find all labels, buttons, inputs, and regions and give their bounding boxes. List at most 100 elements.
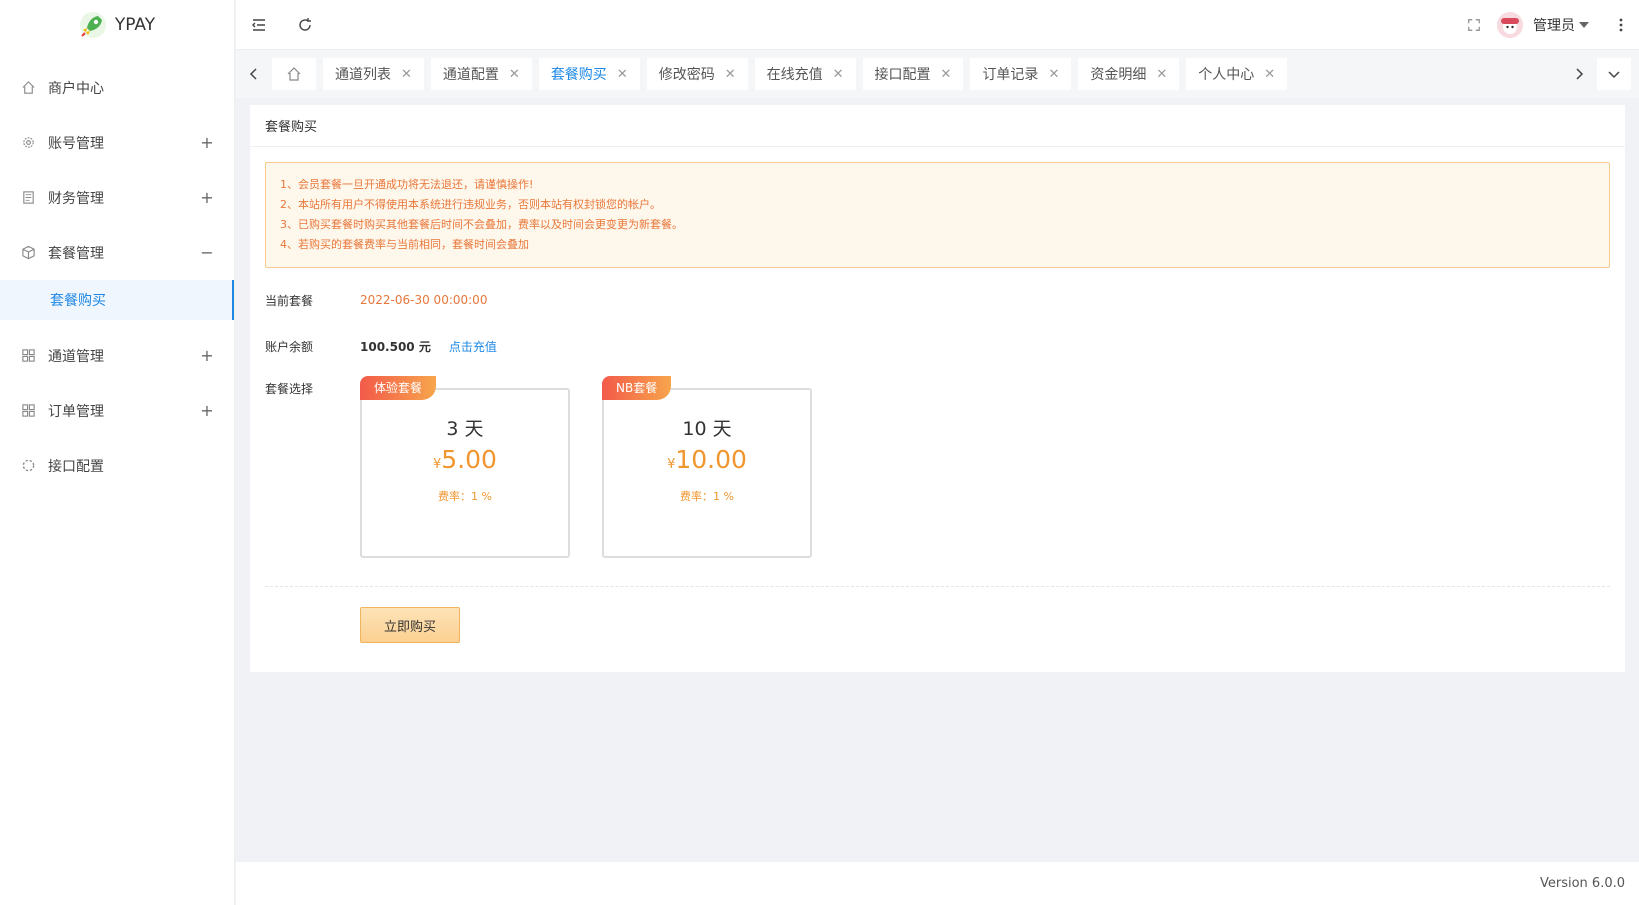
fullscreen-button[interactable] xyxy=(1451,0,1497,50)
notice-line: 2、本站所有用户不得使用本系统进行违规业务，否则本站有权封锁您的帐户。 xyxy=(280,198,661,211)
close-icon[interactable]: ✕ xyxy=(509,67,520,82)
package-rate: 费率：1 % xyxy=(680,490,734,503)
package-price: ¥5.00 xyxy=(362,445,568,474)
sidebar-item-channel[interactable]: 通道管理 + xyxy=(0,328,234,383)
collapse-icon: − xyxy=(200,243,214,262)
tab-order-records[interactable]: 订单记录 ✕ xyxy=(970,58,1072,90)
tab-personal-center[interactable]: 个人中心 ✕ xyxy=(1186,58,1288,90)
expand-icon: + xyxy=(200,188,214,207)
package-card[interactable]: NB套餐 10 天 ¥10.00 费率：1 % xyxy=(602,376,812,558)
refresh-button[interactable] xyxy=(282,0,328,50)
tab-home[interactable] xyxy=(272,58,316,90)
avatar xyxy=(1497,11,1523,38)
balance-label: 账户余额 xyxy=(265,339,314,354)
sidebar-item-package[interactable]: 套餐管理 − xyxy=(0,225,234,280)
current-package-label: 当前套餐 xyxy=(265,293,314,308)
sidebar-item-finance[interactable]: 财务管理 + xyxy=(0,170,234,225)
tab-fund-details[interactable]: 资金明细 ✕ xyxy=(1078,58,1180,90)
package-card[interactable]: 体验套餐 3 天 ¥5.00 费率：1 % xyxy=(360,376,570,558)
notice-line: 1、会员套餐一旦开通成功将无法退还，请谨慎操作! xyxy=(280,178,534,191)
sidebar-item-account[interactable]: 账号管理 + xyxy=(0,115,234,170)
close-icon[interactable]: ✕ xyxy=(1156,67,1167,82)
package-days: 3 天 xyxy=(446,418,484,440)
close-icon[interactable]: ✕ xyxy=(1048,67,1059,82)
sidebar-menu: 商户中心 账号管理 + 财务管理 + 套餐管理 − 套餐购买 通道管理 + 订单… xyxy=(0,60,234,493)
divider xyxy=(265,586,1610,587)
expand-icon: + xyxy=(200,401,214,420)
app-name: YPAY xyxy=(114,15,156,35)
chevron-left-icon xyxy=(249,68,257,80)
tab-api-config[interactable]: 接口配置 ✕ xyxy=(862,58,964,90)
menu-fold-icon xyxy=(252,18,265,31)
menu-collapse-button[interactable] xyxy=(236,0,282,50)
footer: Version 6.0.0 xyxy=(236,862,1639,905)
loading-icon xyxy=(20,458,36,474)
tab-online-recharge[interactable]: 在线充值 ✕ xyxy=(754,58,856,90)
tab-channel-list[interactable]: 通道列表 ✕ xyxy=(323,58,424,90)
package-select-row: 套餐选择 体验套餐 3 天 ¥5.00 费率：1 % NB套餐 10 天 ¥10… xyxy=(250,376,1625,558)
top-header: 管理员 xyxy=(236,0,1639,50)
package-price: ¥10.00 xyxy=(604,445,810,474)
package-tag: 体验套餐 xyxy=(360,376,437,400)
header-right: 管理员 xyxy=(1451,0,1639,50)
sidebar: YPAY 商户中心 账号管理 + 财务管理 + 套餐管理 − 套餐购买 通道管理… xyxy=(0,0,235,905)
tab-bar: 通道列表 ✕ 通道配置 ✕ 套餐购买 ✕ 修改密码 ✕ 在线充值 ✕ 接口配置 ✕ 订单记录… xyxy=(236,50,1639,98)
balance-value: 100.500 元 xyxy=(360,339,431,354)
more-options-button[interactable] xyxy=(1603,0,1639,50)
notice-line: 3、已购买套餐时购买其他套餐后时间不会叠加，费率以及时间会更变更为新套餐。 xyxy=(280,218,683,231)
refresh-icon xyxy=(299,17,311,31)
grid-icon xyxy=(20,403,36,419)
logo[interactable]: YPAY xyxy=(0,0,234,50)
tabs-scroll-left-button[interactable] xyxy=(236,50,272,98)
current-package-row: 当前套餐 2022-06-30 00:00:00 xyxy=(250,290,1625,310)
close-icon[interactable]: ✕ xyxy=(617,67,628,82)
more-vertical-icon xyxy=(1619,18,1623,31)
package-list: 体验套餐 3 天 ¥5.00 费率：1 % NB套餐 10 天 ¥10.00 费… xyxy=(360,376,812,558)
sidebar-item-api-config[interactable]: 接口配置 xyxy=(0,438,234,493)
gear-icon xyxy=(20,135,36,151)
home-icon xyxy=(20,80,36,96)
sidebar-item-merchant-center[interactable]: 商户中心 xyxy=(0,60,234,115)
price-value: 10.00 xyxy=(675,445,747,474)
home-icon xyxy=(287,67,301,81)
tab-change-password[interactable]: 修改密码 ✕ xyxy=(646,58,748,90)
grid-icon xyxy=(20,348,36,364)
package-select-label: 套餐选择 xyxy=(265,382,314,396)
close-icon[interactable]: ✕ xyxy=(833,67,844,82)
tab-package-buy[interactable]: 套餐购买 ✕ xyxy=(538,58,640,90)
sidebar-item-orders[interactable]: 订单管理 + xyxy=(0,383,234,438)
content-card: 套餐购买 1、会员套餐一旦开通成功将无法退还，请谨慎操作! 2、本站所有用户不得… xyxy=(250,105,1625,672)
tabs: 通道列表 ✕ 通道配置 ✕ 套餐购买 ✕ 修改密码 ✕ 在线充值 ✕ 接口配置 ✕ 订单记录… xyxy=(272,58,1561,90)
notice-line: 4、若购买的套餐费率与当前相同，套餐时间会叠加 xyxy=(280,238,529,251)
tabs-dropdown-button[interactable] xyxy=(1597,58,1631,90)
tabs-scroll-right-button[interactable] xyxy=(1561,50,1597,98)
caret-down-icon xyxy=(1579,21,1589,28)
chevron-down-icon xyxy=(1608,71,1620,79)
close-icon[interactable]: ✕ xyxy=(401,67,412,82)
document-icon xyxy=(20,190,36,206)
package-tag: NB套餐 xyxy=(602,376,672,400)
expand-icon: + xyxy=(200,346,214,365)
expand-icon: + xyxy=(200,133,214,152)
current-package-value: 2022-06-30 00:00:00 xyxy=(360,293,488,307)
chevron-right-icon xyxy=(1576,68,1584,80)
package-days: 10 天 xyxy=(682,418,732,440)
user-name: 管理员 xyxy=(1533,17,1575,34)
page-title: 套餐购买 xyxy=(250,105,1625,147)
version-text: Version 6.0.0 xyxy=(1539,876,1625,891)
buy-now-button[interactable]: 立即购买 xyxy=(360,607,460,643)
fullscreen-icon xyxy=(1468,18,1480,31)
price-value: 5.00 xyxy=(441,445,497,474)
notice-box: 1、会员套餐一旦开通成功将无法退还，请谨慎操作! 2、本站所有用户不得使用本系统… xyxy=(265,162,1610,268)
sidebar-subitem-package-buy[interactable]: 套餐购买 xyxy=(0,280,234,320)
user-menu[interactable]: 管理员 xyxy=(1497,11,1603,38)
balance-row: 账户余额 100.500 元 点击充值 xyxy=(250,336,1625,356)
close-icon[interactable]: ✕ xyxy=(725,67,736,82)
close-icon[interactable]: ✕ xyxy=(941,67,952,82)
recharge-link[interactable]: 点击充值 xyxy=(449,338,497,355)
cube-icon xyxy=(20,245,36,261)
close-icon[interactable]: ✕ xyxy=(1264,67,1275,82)
tab-channel-config[interactable]: 通道配置 ✕ xyxy=(430,58,532,90)
package-rate: 费率：1 % xyxy=(438,490,492,503)
rocket-logo-icon xyxy=(79,12,106,38)
